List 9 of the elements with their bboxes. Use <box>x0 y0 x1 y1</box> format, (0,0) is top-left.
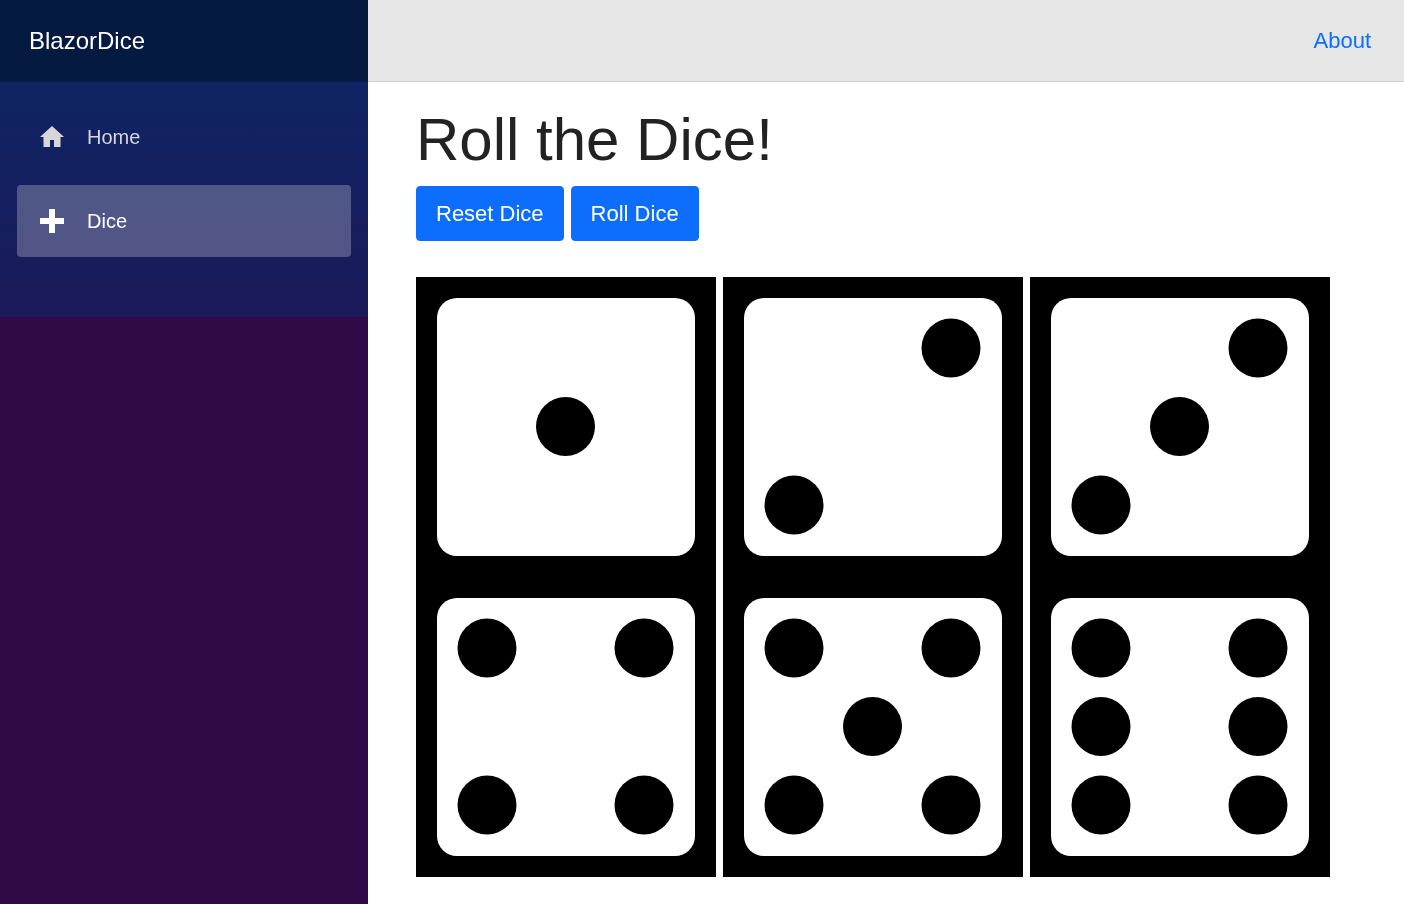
home-icon <box>39 124 65 150</box>
nav-item[interactable]: Home <box>17 101 351 173</box>
nav-item[interactable]: Dice <box>17 185 351 257</box>
brand-title: BlazorDice <box>0 0 368 82</box>
about-link[interactable]: About <box>1313 24 1371 57</box>
plus-icon <box>39 208 65 234</box>
page-title: Roll the Dice! <box>416 110 774 170</box>
dice-button[interactable]: Roll Dice <box>570 186 699 241</box>
dice-button[interactable]: Reset Dice <box>416 186 564 241</box>
